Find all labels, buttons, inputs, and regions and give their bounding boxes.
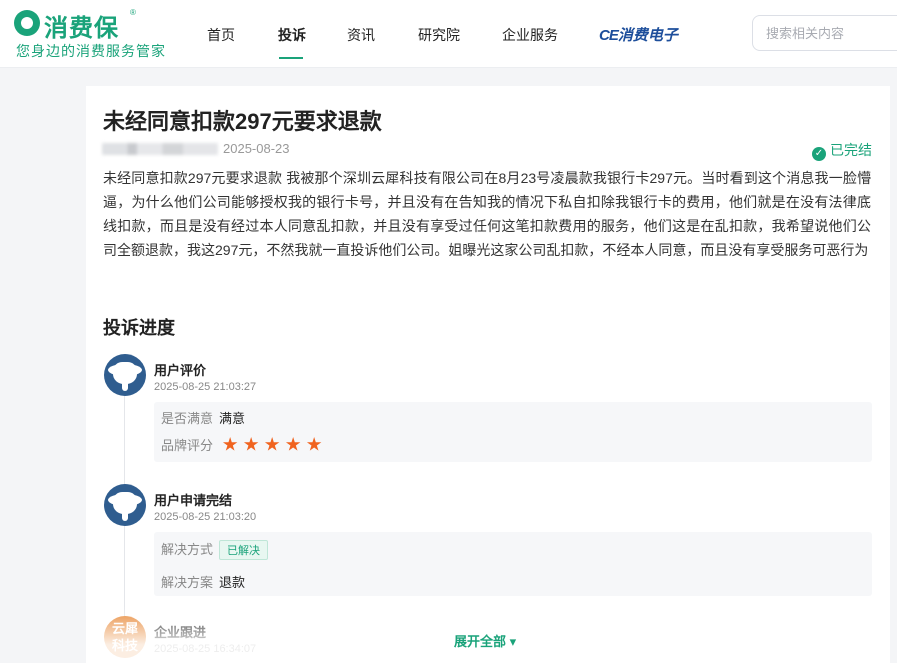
detail-key: 解决方案 — [161, 575, 214, 590]
detail-row-satisfaction: 是否满意 满意 — [161, 408, 245, 427]
star-icon — [222, 437, 238, 451]
logo-slogan: 您身边的消费服务管家 — [16, 43, 166, 59]
timeline-detail-box: 是否满意 满意 品牌评分 — [154, 402, 872, 462]
detail-key: 解决方式 — [161, 542, 214, 557]
detail-value: 满意 — [219, 411, 246, 426]
timeline-item-title: 用户申请完结 — [154, 493, 233, 508]
nav-complaints[interactable]: 投诉 — [278, 25, 306, 45]
nav-home[interactable]: 首页 — [207, 25, 235, 45]
nav-consumer-electronics[interactable]: CE消费电子 — [599, 24, 678, 45]
status-badge: ✓ 已完结 — [812, 140, 872, 161]
star-icon — [306, 437, 322, 451]
progress-title: 投诉进度 — [103, 318, 175, 338]
company-avatar-text-2: 科技 — [111, 638, 138, 653]
check-circle-icon: ✓ — [812, 147, 826, 161]
ce-logo-text: CE — [599, 27, 619, 44]
registered-mark: ® — [130, 8, 136, 17]
nav-research[interactable]: 研究院 — [418, 25, 460, 45]
author-name-blurred — [102, 143, 218, 155]
timeline-item-title: 用户评价 — [154, 363, 207, 378]
expand-all-button[interactable]: 展开全部 ▾ — [454, 631, 516, 650]
expand-all-label: 展开全部 — [454, 634, 507, 649]
detail-key: 品牌评分 — [161, 438, 214, 453]
complaint-card: 未经同意扣款297元要求退款 2025-08-23 ✓ 已完结 未经同意扣款297… — [86, 86, 890, 663]
timeline-item-time: 2025-08-25 21:03:27 — [154, 381, 257, 393]
timeline-item-time: 2025-08-25 21:03:20 — [154, 511, 257, 523]
logo-text: 消费保 — [44, 15, 119, 42]
detail-value: 退款 — [219, 575, 246, 590]
star-icon — [243, 437, 259, 451]
search-input[interactable] — [766, 16, 896, 50]
logo-icon — [14, 10, 40, 36]
top-header: 消费保 ® 您身边的消费服务管家 首页 投诉 资讯 研究院 企业服务 CE消费电… — [0, 0, 897, 68]
avatar — [104, 354, 146, 396]
timeline-item-title: 企业跟进 — [154, 625, 207, 640]
search-box[interactable] — [752, 15, 897, 51]
avatar — [104, 484, 146, 526]
detail-row-brand-rating: 品牌评分 — [161, 435, 328, 455]
nav-active-indicator — [279, 57, 303, 59]
timeline-detail-box: 解决方式 已解决 解决方案 退款 — [154, 532, 872, 596]
ce-brand-label: 消费电子 — [617, 27, 678, 44]
complaint-title: 未经同意扣款297元要求退款 — [103, 109, 382, 134]
star-icon — [285, 437, 301, 451]
rating-stars — [222, 437, 328, 455]
complaint-content: 未经同意扣款297元要求退款 我被那个深圳云犀科技有限公司在8月23号凌晨款我银… — [103, 170, 871, 258]
elephant-icon — [108, 362, 142, 391]
star-icon — [264, 437, 280, 451]
company-avatar-text-1: 云犀 — [111, 621, 138, 636]
elephant-icon — [108, 492, 142, 521]
complaint-date: 2025-08-23 — [223, 141, 290, 156]
detail-key: 是否满意 — [161, 411, 214, 426]
timeline-item-time: 2025-08-25 16:34:07 — [154, 643, 257, 655]
nav-news[interactable]: 资讯 — [347, 25, 375, 45]
status-text: 已完结 — [830, 142, 872, 158]
detail-row-resolution-plan: 解决方案 退款 — [161, 572, 245, 591]
site-logo[interactable]: 消费保 ® 您身边的消费服务管家 — [14, 8, 174, 60]
resolved-tag: 已解决 — [219, 540, 269, 560]
detail-row-resolution-method: 解决方式 已解决 — [161, 539, 269, 560]
chevron-down-icon: ▾ — [509, 634, 517, 649]
nav-enterprise[interactable]: 企业服务 — [502, 25, 558, 45]
company-avatar: 云犀 科技 — [104, 616, 146, 658]
